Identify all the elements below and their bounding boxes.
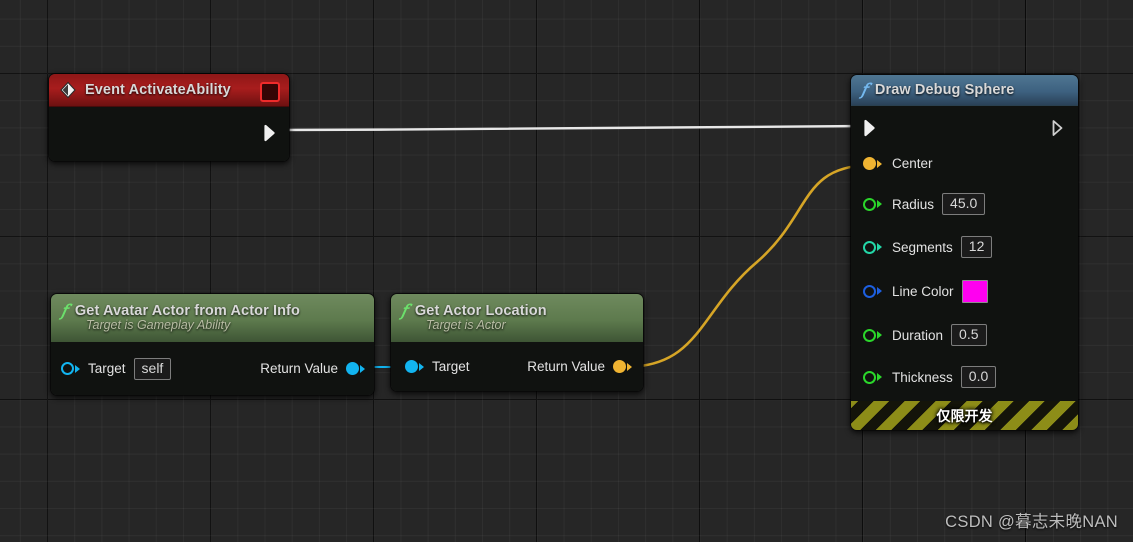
function-fx-icon: 𝑓 xyxy=(861,80,867,99)
node-event-activate-ability[interactable]: Event ActivateAbility xyxy=(48,73,290,162)
segments-input[interactable]: 12 xyxy=(960,236,993,258)
radius-input[interactable]: 45.0 xyxy=(942,193,986,215)
target-self-input[interactable]: self xyxy=(133,357,172,380)
pin-label: Duration xyxy=(892,327,944,343)
pin-row-thickness[interactable]: Thickness 0.0 xyxy=(851,357,1078,397)
node-header: 𝑓 Get Actor Location Target is Actor xyxy=(391,294,643,342)
node-get-actor-location[interactable]: 𝑓 Get Actor Location Target is Actor Tar… xyxy=(390,293,644,392)
pin-row-line-color[interactable]: Line Color xyxy=(851,269,1078,313)
pin-label: Center xyxy=(892,156,933,171)
pin-row-target[interactable]: Target self xyxy=(61,355,172,382)
linearcolor-pin-icon[interactable] xyxy=(863,284,882,298)
pin-label: Thickness xyxy=(892,369,953,385)
duration-input[interactable]: 0.5 xyxy=(951,324,987,346)
exec-out-pin-icon[interactable] xyxy=(263,124,279,142)
vector-pin-icon[interactable] xyxy=(613,360,632,373)
exec-out-pin-icon[interactable] xyxy=(1051,119,1067,137)
function-fx-icon: 𝑓 xyxy=(61,301,67,320)
node-body xyxy=(49,107,289,161)
exec-in-pin-icon[interactable] xyxy=(863,119,879,137)
event-diamond-icon xyxy=(59,81,77,99)
node-subtitle: Target is Gameplay Ability xyxy=(86,318,231,332)
node-title: Get Actor Location xyxy=(414,303,547,319)
function-fx-icon: 𝑓 xyxy=(401,301,407,320)
pin-row-return-value[interactable]: Return Value xyxy=(260,355,365,382)
node-body: Center Radius 45.0 Segments 12 Line Colo… xyxy=(851,106,1078,401)
node-draw-debug-sphere[interactable]: 𝑓 Draw Debug Sphere Center Radius 45.0 S… xyxy=(850,74,1079,431)
node-body: Target self Return Value xyxy=(51,342,374,395)
pin-row-return-value[interactable]: Return Value xyxy=(527,353,632,380)
delegate-pin-icon[interactable] xyxy=(260,82,280,102)
pin-row-center[interactable]: Center xyxy=(851,144,1078,183)
thickness-input[interactable]: 0.0 xyxy=(960,366,997,388)
blueprint-graph-canvas[interactable]: Event ActivateAbility 𝑓 Get Avatar Actor… xyxy=(0,0,1133,542)
vector-pin-icon[interactable] xyxy=(863,157,882,170)
pin-label: Segments xyxy=(892,239,953,255)
development-only-label: 仅限开发 xyxy=(936,407,993,424)
pin-row-target[interactable]: Target xyxy=(405,353,470,380)
development-only-banner: 仅限开发 xyxy=(851,401,1078,430)
object-pin-icon[interactable] xyxy=(346,362,365,375)
node-title: Get Avatar Actor from Actor Info xyxy=(74,303,300,319)
pin-row-duration[interactable]: Duration 0.5 xyxy=(851,313,1078,357)
float-pin-icon[interactable] xyxy=(863,328,882,342)
object-pin-icon[interactable] xyxy=(61,362,80,375)
float-pin-icon[interactable] xyxy=(863,370,882,384)
node-header: 𝑓 Draw Debug Sphere xyxy=(851,75,1078,106)
node-subtitle: Target is Actor xyxy=(426,318,506,332)
pin-label: Line Color xyxy=(892,283,954,299)
pin-row-exec-out[interactable] xyxy=(263,119,279,146)
pin-label: Return Value xyxy=(527,359,605,374)
line-color-swatch[interactable] xyxy=(961,279,988,303)
pin-label: Target xyxy=(88,361,126,376)
watermark-text: CSDN @暮志未晚NAN xyxy=(945,513,1118,531)
pin-row-exec[interactable] xyxy=(851,112,1078,144)
exec-wire-event-to-draw-debug-sphere xyxy=(275,124,867,132)
float-pin-icon[interactable] xyxy=(863,197,882,211)
pin-label: Target xyxy=(432,359,470,374)
pin-row-segments[interactable]: Segments 12 xyxy=(851,225,1078,269)
data-wire-location-to-center xyxy=(624,163,872,369)
object-pin-icon[interactable] xyxy=(405,360,424,373)
node-body: Target Return Value xyxy=(391,342,643,391)
node-get-avatar-actor-from-actor-info[interactable]: 𝑓 Get Avatar Actor from Actor Info Targe… xyxy=(50,293,375,396)
node-title: Draw Debug Sphere xyxy=(874,82,1015,98)
pin-label: Return Value xyxy=(260,361,338,376)
pin-label: Radius xyxy=(892,196,935,212)
node-title: Event ActivateAbility xyxy=(85,82,231,98)
pin-row-radius[interactable]: Radius 45.0 xyxy=(851,183,1078,225)
node-header: Event ActivateAbility xyxy=(49,74,289,107)
int-pin-icon[interactable] xyxy=(863,240,882,254)
node-header: 𝑓 Get Avatar Actor from Actor Info Targe… xyxy=(51,294,374,342)
